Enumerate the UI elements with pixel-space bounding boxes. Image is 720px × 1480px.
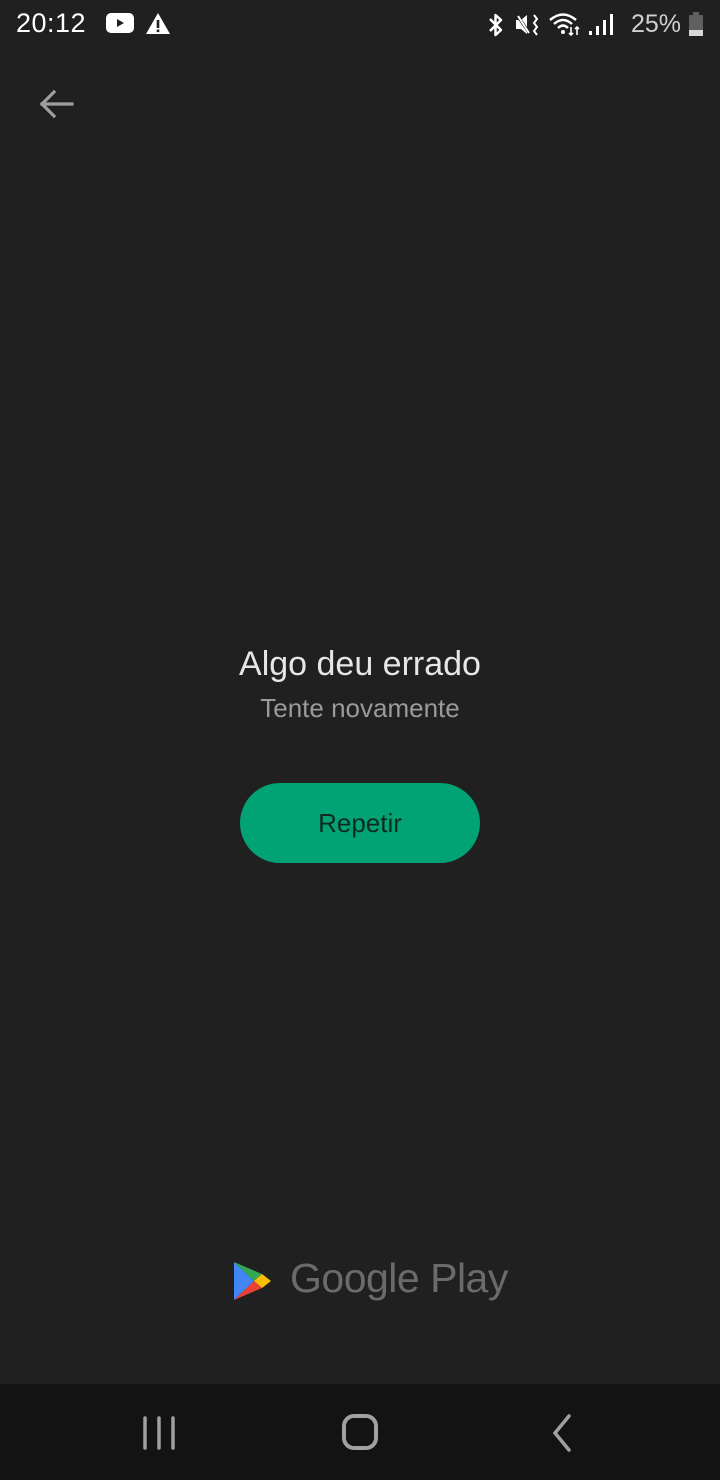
warning-icon — [146, 13, 170, 34]
error-title: Algo deu errado — [239, 645, 481, 683]
chevron-left-icon — [552, 1414, 571, 1452]
error-subtitle: Tente novamente — [260, 693, 460, 723]
battery-percent: 25% — [631, 10, 682, 38]
recents-icon — [143, 1416, 175, 1450]
retry-button[interactable]: Repetir — [240, 783, 480, 863]
status-time: 20:12 — [16, 8, 87, 38]
battery-icon — [689, 12, 703, 36]
arrow-left-icon — [39, 89, 74, 119]
youtube-icon — [106, 13, 134, 33]
google-play-logo-icon — [234, 1262, 271, 1300]
mute-vibrate-icon — [515, 14, 539, 36]
bluetooth-icon — [489, 13, 503, 37]
home-button[interactable] — [330, 1408, 390, 1458]
recents-button[interactable] — [129, 1408, 189, 1458]
back-button[interactable] — [36, 84, 76, 124]
system-back-button[interactable] — [533, 1408, 593, 1458]
home-icon — [342, 1414, 378, 1450]
wifi-icon — [549, 13, 580, 37]
status-bar: 20:12 25% — [0, 0, 720, 52]
signal-icon — [589, 14, 613, 35]
google-play-wordmark: Google Play — [290, 1255, 508, 1301]
